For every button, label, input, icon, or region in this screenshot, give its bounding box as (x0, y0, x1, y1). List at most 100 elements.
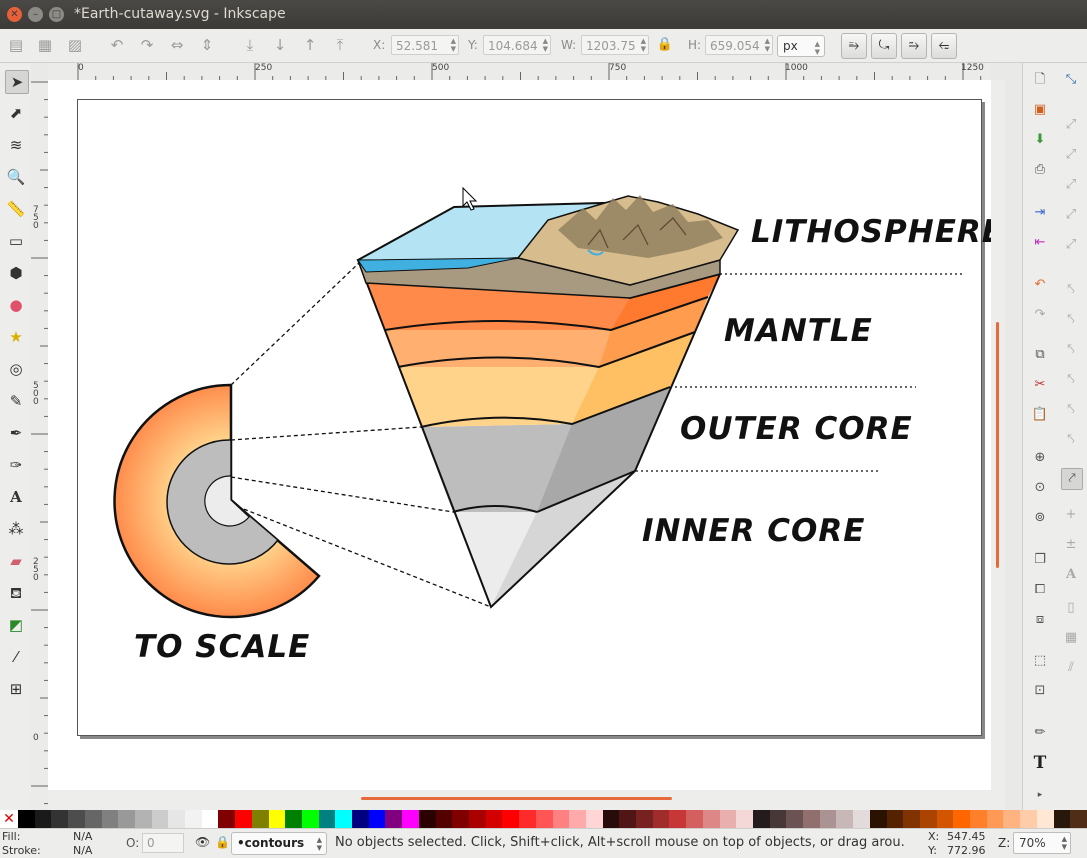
w-field[interactable]: 1203.75 ▲ ▼ (581, 35, 649, 55)
horizontal-ruler[interactable]: 0 250 500 750 1000 1250 (48, 63, 991, 81)
color-swatch[interactable] (736, 810, 753, 828)
select-all-icon[interactable]: ▤ (6, 35, 26, 55)
color-swatch[interactable] (285, 810, 302, 828)
snap-smooth-icon[interactable]: ⤣ (1061, 400, 1081, 420)
color-swatch[interactable] (318, 810, 336, 828)
color-swatch[interactable] (986, 810, 1004, 828)
color-swatch[interactable] (301, 810, 319, 828)
open-document-icon[interactable]: ▣ (1030, 100, 1050, 120)
select-all-layers-icon[interactable]: ▦ (35, 35, 55, 55)
color-swatch[interactable] (886, 810, 904, 828)
text-tool-icon[interactable]: A (5, 486, 27, 508)
snap-bbox-edge-icon[interactable]: ⤢ (1061, 145, 1081, 165)
color-swatch[interactable] (769, 810, 787, 828)
copy-icon[interactable]: ⧉ (1030, 345, 1050, 365)
snap-page-border-icon[interactable]: ▯ (1061, 598, 1081, 618)
color-swatch[interactable] (970, 810, 987, 828)
opacity-field[interactable]: 0 (142, 833, 184, 853)
color-swatch[interactable] (1020, 810, 1037, 828)
move-gradients-button[interactable]: ⥲ (901, 33, 927, 59)
minimize-window-button[interactable]: – (28, 7, 43, 22)
star-tool-icon[interactable]: ★ (5, 326, 27, 348)
eraser-tool-icon[interactable]: ▰ (5, 550, 27, 572)
vertical-ruler[interactable]: 750 500 250 0 (31, 80, 49, 810)
export-icon[interactable]: ⇤ (1030, 233, 1050, 253)
calligraphy-tool-icon[interactable]: ✑ (5, 454, 27, 476)
color-swatch[interactable] (68, 810, 85, 828)
fill-stroke-icon[interactable]: ✏ (1030, 723, 1050, 743)
rotate-ccw-icon[interactable]: ↶ (107, 35, 127, 55)
color-swatch[interactable] (452, 810, 469, 828)
dropper-tool-icon[interactable]: ⁄ (5, 646, 27, 668)
vertical-scrollbar[interactable] (991, 80, 1005, 790)
gradient-tool-icon[interactable]: ◩ (5, 614, 27, 636)
color-swatch[interactable] (352, 810, 369, 828)
snap-others-icon[interactable]: ⤤ (1061, 468, 1083, 490)
snap-center-icon[interactable]: + (1061, 505, 1081, 525)
pencil-tool-icon[interactable]: ✎ (5, 390, 27, 412)
color-swatch[interactable] (435, 810, 453, 828)
color-swatch[interactable] (418, 810, 436, 828)
color-swatch[interactable] (569, 810, 586, 828)
scale-stroke-button[interactable]: ⥱ (841, 33, 867, 59)
x-field[interactable]: 52.581 ▲ ▼ (391, 35, 459, 55)
color-swatch[interactable] (235, 810, 252, 828)
snap-bbox-icon[interactable]: ⤢ (1061, 115, 1081, 135)
color-swatch[interactable] (1036, 810, 1054, 828)
color-swatch[interactable] (819, 810, 837, 828)
zoom-field[interactable]: 70% ▲ ▼ (1013, 832, 1071, 854)
selector-tool-icon[interactable]: ➤ (5, 70, 29, 94)
clone-icon[interactable]: ⧠ (1030, 580, 1050, 600)
close-window-button[interactable]: ✕ (7, 7, 22, 22)
color-swatch[interactable] (602, 810, 620, 828)
flip-vertical-icon[interactable]: ⇕ (197, 35, 217, 55)
color-swatch[interactable] (1053, 810, 1071, 828)
deselect-icon[interactable]: ▨ (65, 35, 85, 55)
zoom-selection-icon[interactable]: ⊕ (1030, 448, 1050, 468)
more-commands-icon[interactable]: ▸ (1030, 785, 1050, 805)
color-swatch[interactable] (936, 810, 954, 828)
duplicate-icon[interactable]: ❐ (1030, 550, 1050, 570)
ellipse-tool-icon[interactable]: ● (5, 294, 27, 316)
snap-bbox-midpoint-icon[interactable]: ⤢ (1061, 205, 1081, 225)
layer-lock-icon[interactable]: 🔒 (215, 835, 230, 849)
color-swatch[interactable] (1003, 810, 1021, 828)
connector-tool-icon[interactable]: ⊞ (5, 678, 27, 700)
color-swatch[interactable] (719, 810, 737, 828)
color-swatch[interactable] (151, 810, 169, 828)
3d-box-tool-icon[interactable]: ⬢ (5, 262, 27, 284)
color-swatch[interactable] (853, 810, 870, 828)
snap-nodes-icon[interactable]: ⤣ (1061, 280, 1081, 300)
snap-rotation-center-icon[interactable]: ± (1061, 535, 1081, 555)
h-field[interactable]: 659.054 ▲ ▼ (705, 35, 773, 55)
w-spinner[interactable]: ▲ ▼ (641, 37, 646, 53)
color-swatch[interactable] (535, 810, 553, 828)
ungroup-icon[interactable]: ⊡ (1030, 681, 1050, 701)
cut-icon[interactable]: ✂ (1030, 375, 1050, 395)
new-document-icon[interactable]: 🗋 (1030, 70, 1050, 90)
flip-horizontal-icon[interactable]: ⇔ (167, 35, 187, 55)
node-tool-icon[interactable]: ⬈ (5, 102, 27, 124)
color-swatch[interactable] (919, 810, 937, 828)
color-swatch[interactable] (953, 810, 971, 828)
group-icon[interactable]: ⬚ (1030, 651, 1050, 671)
color-swatch[interactable] (636, 810, 653, 828)
units-select[interactable]: px ▲ ▼ (777, 35, 825, 57)
pen-tool-icon[interactable]: ✒ (5, 422, 27, 444)
color-swatch[interactable] (702, 810, 720, 828)
zoom-drawing-icon[interactable]: ⊙ (1030, 478, 1050, 498)
y-field[interactable]: 104.684 ▲ ▼ (483, 35, 551, 55)
color-swatch[interactable] (268, 810, 286, 828)
spiral-tool-icon[interactable]: ◎ (5, 358, 27, 380)
unlink-clone-icon[interactable]: ⧈ (1030, 610, 1050, 630)
tweak-tool-icon[interactable]: ≋ (5, 134, 27, 156)
x-spinner[interactable]: ▲ ▼ (451, 37, 456, 53)
rectangle-tool-icon[interactable]: ▭ (5, 230, 27, 252)
h-spinner[interactable]: ▲ ▼ (765, 37, 770, 53)
color-swatch[interactable] (686, 810, 703, 828)
color-swatch[interactable] (218, 810, 236, 828)
color-swatch[interactable] (652, 810, 670, 828)
maximize-window-button[interactable]: □ (49, 7, 64, 22)
color-swatch[interactable] (368, 810, 386, 828)
color-swatch[interactable] (619, 810, 637, 828)
